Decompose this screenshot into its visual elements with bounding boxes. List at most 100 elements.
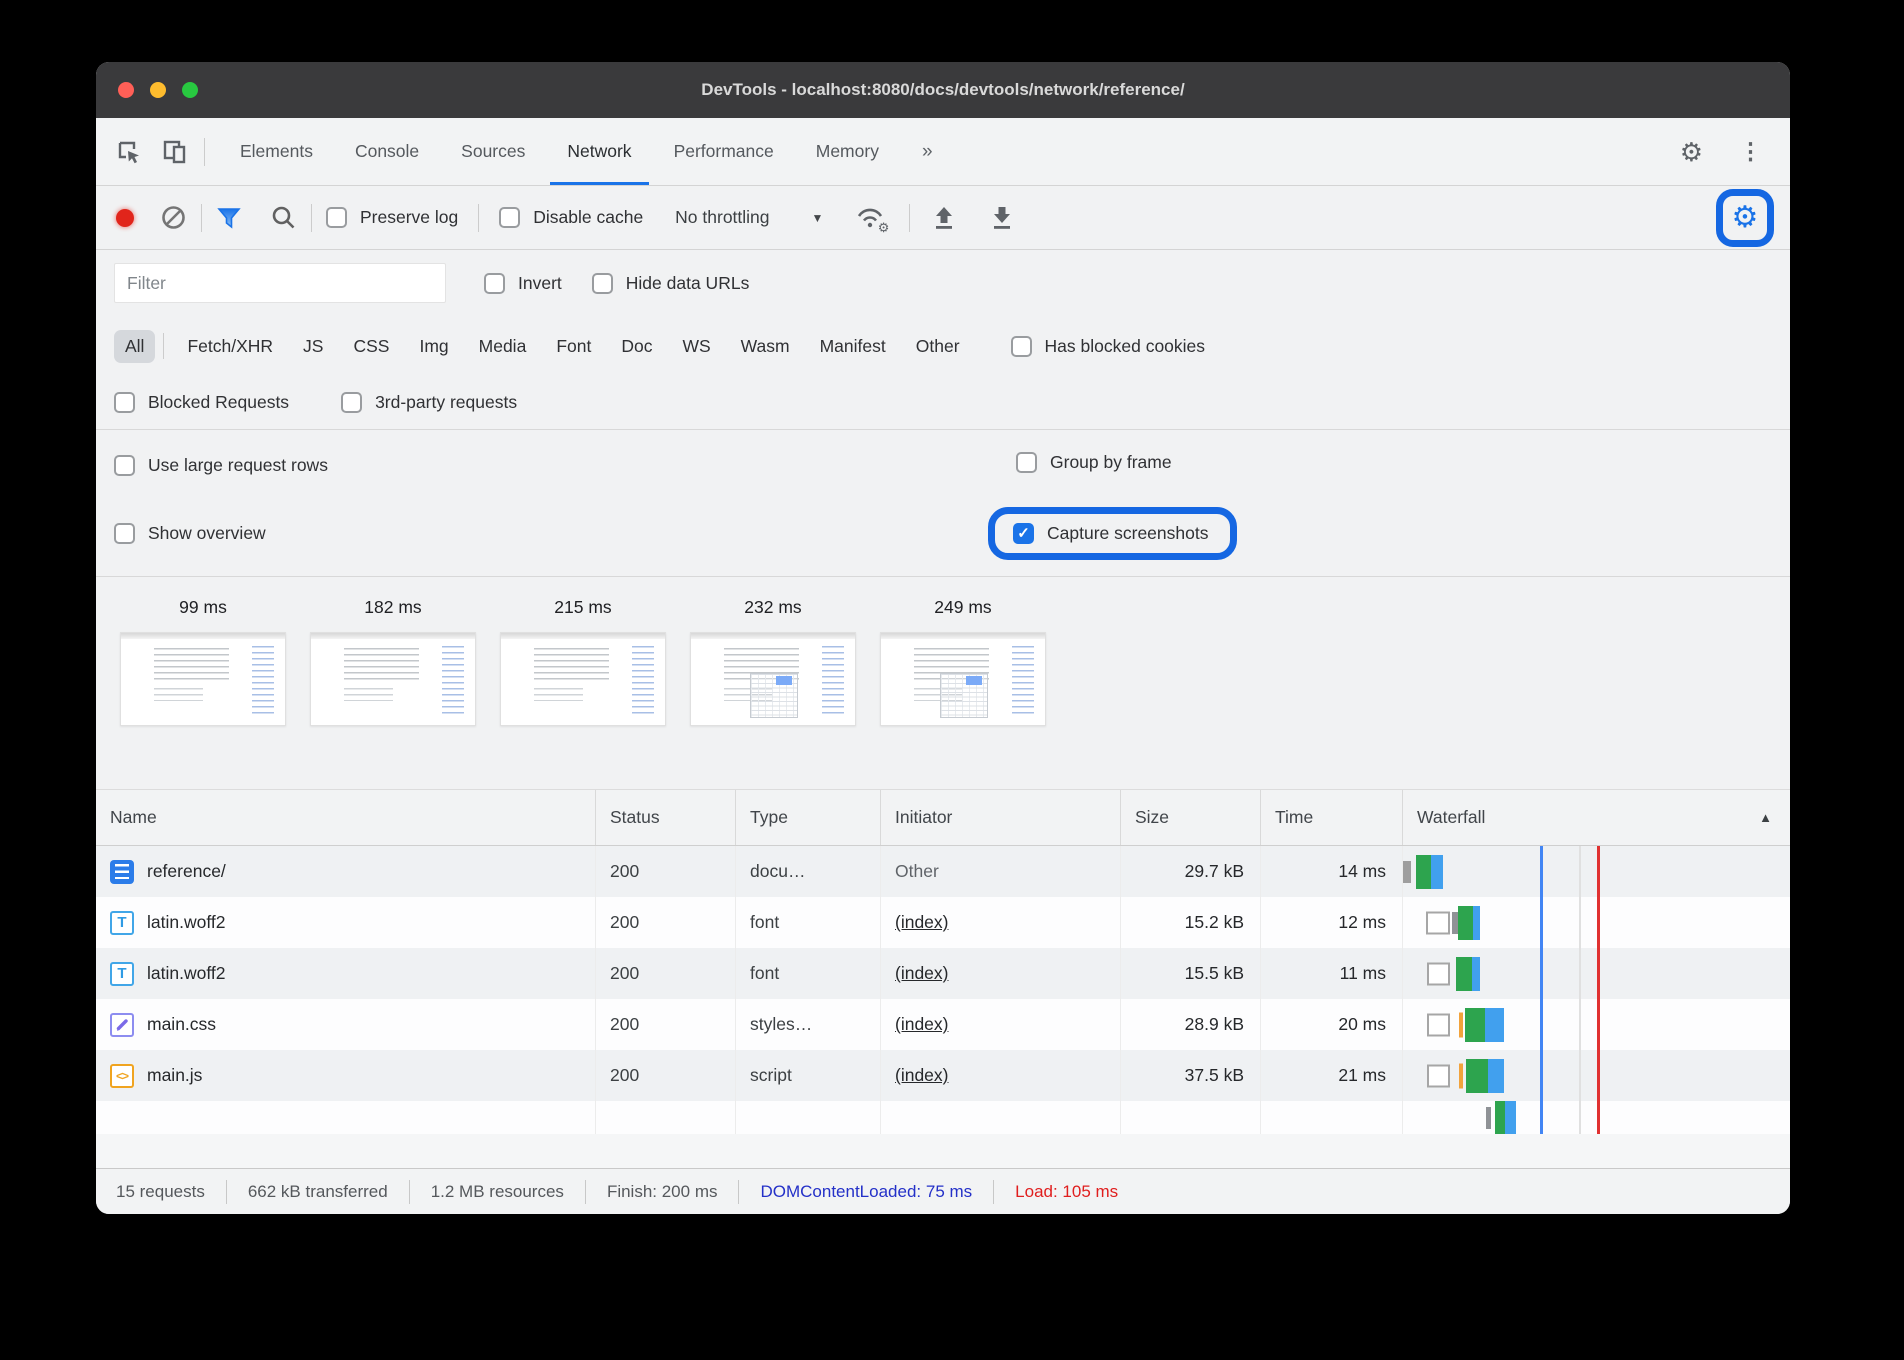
request-status: 200	[596, 1050, 736, 1101]
has-blocked-cookies-checkbox[interactable]: ✓ Has blocked cookies	[1011, 336, 1206, 357]
chip-font[interactable]: Font	[545, 330, 602, 363]
initiator-link[interactable]: (index)	[895, 912, 949, 933]
divider	[201, 204, 202, 232]
chip-css[interactable]: CSS	[342, 330, 400, 363]
inspect-element-icon[interactable]	[116, 139, 142, 165]
tab-console[interactable]: Console	[334, 118, 440, 185]
filter-funnel-icon[interactable]	[216, 205, 242, 231]
request-name: main.js	[147, 1065, 202, 1086]
tab-memory[interactable]: Memory	[795, 118, 900, 185]
checkbox-label: Hide data URLs	[626, 273, 750, 294]
column-header-size[interactable]: Size	[1121, 790, 1261, 845]
screenshot-thumbnail[interactable]	[880, 632, 1046, 726]
frame-timestamp: 232 ms	[744, 597, 801, 618]
table-row-reference[interactable]: reference/ 200 docu… Other 29.7 kB 14 ms	[96, 846, 1790, 897]
table-row-partial[interactable]	[96, 1101, 1790, 1134]
chip-manifest[interactable]: Manifest	[809, 330, 897, 363]
request-type: script	[736, 1050, 881, 1101]
divider	[909, 204, 910, 232]
divider	[226, 1180, 227, 1204]
chip-doc[interactable]: Doc	[610, 330, 663, 363]
requests-table: Name Status Type Initiator Size Time Wat…	[96, 789, 1790, 1168]
filter-input[interactable]	[114, 263, 446, 303]
use-large-request-rows-checkbox[interactable]: ✓ Use large request rows	[114, 455, 328, 476]
screenshot-thumbnail[interactable]	[310, 632, 476, 726]
tab-elements[interactable]: Elements	[219, 118, 334, 185]
disable-cache-checkbox[interactable]: ✓ Disable cache	[499, 207, 643, 228]
request-type: docu…	[736, 846, 881, 897]
import-har-icon[interactable]	[932, 205, 956, 231]
table-row-main-js[interactable]: <> main.js 200 script (index) 37.5 kB 21…	[96, 1050, 1790, 1101]
table-body: reference/ 200 docu… Other 29.7 kB 14 ms…	[96, 846, 1790, 1134]
divider	[311, 204, 312, 232]
chip-fetch-xhr[interactable]: Fetch/XHR	[176, 330, 284, 363]
column-header-type[interactable]: Type	[736, 790, 881, 845]
request-name: latin.woff2	[147, 912, 225, 933]
more-tabs-button[interactable]: »	[900, 118, 955, 185]
preserve-log-checkbox[interactable]: ✓ Preserve log	[326, 207, 458, 228]
chip-media[interactable]: Media	[468, 330, 538, 363]
show-overview-checkbox[interactable]: ✓ Show overview	[114, 523, 266, 544]
hide-data-urls-checkbox[interactable]: ✓ Hide data URLs	[592, 273, 750, 294]
request-size: 37.5 kB	[1121, 1050, 1261, 1101]
tab-performance[interactable]: Performance	[653, 118, 795, 185]
blocked-requests-checkbox[interactable]: ✓ Blocked Requests	[114, 392, 289, 413]
network-settings-gear-highlighted[interactable]: ⚙	[1716, 189, 1774, 247]
throttling-dropdown[interactable]: No throttling ▼	[675, 207, 823, 228]
column-header-time[interactable]: Time	[1261, 790, 1403, 845]
screenshot-thumbnail[interactable]	[120, 632, 286, 726]
column-header-status[interactable]: Status	[596, 790, 736, 845]
table-row-main-css[interactable]: main.css 200 styles… (index) 28.9 kB 20 …	[96, 999, 1790, 1050]
request-name: latin.woff2	[147, 963, 225, 984]
search-icon[interactable]	[270, 204, 297, 231]
font-file-icon: T	[110, 962, 134, 986]
chip-other[interactable]: Other	[905, 330, 971, 363]
divider	[163, 333, 164, 359]
table-row-latin-woff2-2[interactable]: T latin.woff2 200 font (index) 15.5 kB 1…	[96, 948, 1790, 999]
invert-checkbox[interactable]: ✓ Invert	[484, 273, 562, 294]
window-titlebar[interactable]: DevTools - localhost:8080/docs/devtools/…	[96, 62, 1790, 118]
settings-gear-icon[interactable]: ⚙	[1680, 139, 1703, 165]
table-empty-area	[96, 1134, 1790, 1168]
clear-network-log-icon[interactable]	[160, 204, 187, 231]
third-party-requests-checkbox[interactable]: ✓ 3rd-party requests	[341, 392, 517, 413]
tab-network[interactable]: Network	[546, 118, 652, 185]
summary-resources: 1.2 MB resources	[431, 1182, 564, 1202]
screenshot-thumbnail[interactable]	[500, 632, 666, 726]
chip-img[interactable]: Img	[408, 330, 459, 363]
screenshot-thumbnail[interactable]	[690, 632, 856, 726]
checkbox-box: ✓	[1011, 336, 1032, 357]
chip-wasm[interactable]: Wasm	[730, 330, 801, 363]
frame-timestamp: 215 ms	[554, 597, 611, 618]
tab-sources[interactable]: Sources	[440, 118, 546, 185]
network-settings-pane: ✓ Use large request rows ✓ Group by fram…	[96, 430, 1790, 577]
column-header-initiator[interactable]: Initiator	[881, 790, 1121, 845]
group-by-frame-checkbox[interactable]: ✓ Group by frame	[1016, 452, 1172, 473]
request-time: 21 ms	[1261, 1050, 1403, 1101]
column-header-name[interactable]: Name	[96, 790, 596, 845]
kebab-menu-icon[interactable]: ⋮	[1739, 140, 1762, 163]
device-toolbar-icon[interactable]	[162, 139, 190, 165]
capture-screenshots-checkbox[interactable]: ✓ Capture screenshots	[1013, 523, 1208, 544]
initiator-link[interactable]: (index)	[895, 963, 949, 984]
table-row-latin-woff2-1[interactable]: T latin.woff2 200 font (index) 15.2 kB 1…	[96, 897, 1790, 948]
network-conditions-icon[interactable]: ⚙	[853, 203, 887, 233]
request-size: 15.2 kB	[1121, 897, 1261, 948]
chip-ws[interactable]: WS	[671, 330, 721, 363]
checkbox-label: Has blocked cookies	[1045, 336, 1206, 357]
script-icon: <>	[110, 1064, 134, 1088]
export-har-icon[interactable]	[990, 205, 1014, 231]
initiator-link[interactable]: (index)	[895, 1014, 949, 1035]
chip-js[interactable]: JS	[292, 330, 334, 363]
chip-all[interactable]: All	[114, 330, 155, 363]
divider	[993, 1180, 994, 1204]
checkbox-label: Capture screenshots	[1047, 523, 1208, 544]
column-header-waterfall[interactable]: Waterfall ▲	[1403, 790, 1790, 845]
initiator-link[interactable]: (index)	[895, 1065, 949, 1086]
frame-timestamp: 249 ms	[934, 597, 991, 618]
mini-gear-icon: ⚙	[878, 221, 890, 234]
record-network-log-button[interactable]	[116, 209, 134, 227]
checkbox-box: ✓	[499, 207, 520, 228]
request-status: 200	[596, 948, 736, 999]
request-size: 15.5 kB	[1121, 948, 1261, 999]
